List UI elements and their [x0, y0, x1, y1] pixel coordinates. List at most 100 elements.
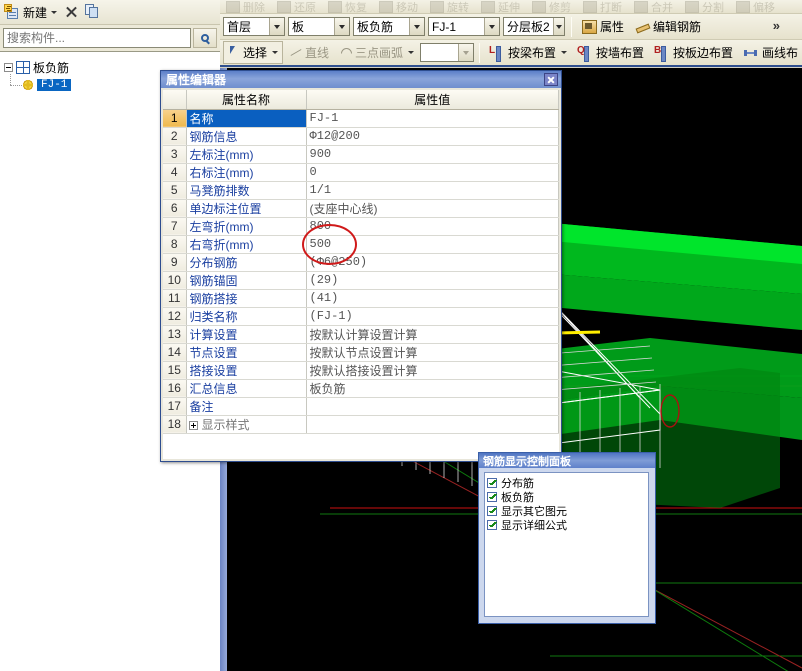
- property-value-cell[interactable]: Φ12@200: [306, 127, 559, 146]
- chevron-down-icon[interactable]: [408, 51, 415, 54]
- toolbar-icon: [277, 0, 291, 13]
- new-component-button[interactable]: 新建: [4, 4, 58, 21]
- rebar-option-row[interactable]: 显示其它图元: [487, 504, 646, 518]
- beam-icon: [489, 45, 505, 62]
- property-value-cell[interactable]: 500: [306, 235, 559, 254]
- property-value-cell[interactable]: [306, 397, 559, 416]
- property-row[interactable]: 9 分布钢筋 (Φ6@250): [163, 253, 559, 272]
- chevron-down-icon[interactable]: [552, 18, 564, 35]
- checkbox[interactable]: [487, 477, 497, 488]
- checkbox[interactable]: [487, 505, 497, 516]
- place-by-beam[interactable]: 按梁布置: [485, 42, 571, 63]
- component-selector[interactable]: FJ-1: [428, 17, 500, 36]
- property-row[interactable]: 2 钢筋信息 Φ12@200: [163, 127, 559, 146]
- slab-rebar-folder-icon: [16, 60, 30, 74]
- rebar-option-row[interactable]: 分布筋: [487, 476, 646, 490]
- property-row[interactable]: 1 名称 FJ-1: [163, 109, 559, 128]
- chevron-down-icon[interactable]: [484, 18, 499, 35]
- application-window: 新建 板负筋 FJ-1: [0, 0, 802, 671]
- row-index: 1: [163, 109, 187, 128]
- navigator-toolbar: 新建: [0, 0, 220, 25]
- property-name-cell: 钢筋搭接: [186, 289, 307, 308]
- chevron-down-icon: [51, 10, 58, 14]
- property-value-cell[interactable]: (41): [306, 289, 559, 308]
- copy-icon[interactable]: [85, 4, 101, 20]
- rebar-option-row[interactable]: 板负筋: [487, 490, 646, 504]
- row-index: 15: [163, 361, 187, 380]
- draw-mode-selector[interactable]: [420, 43, 474, 62]
- property-value-cell[interactable]: (FJ-1): [306, 307, 559, 326]
- search-input[interactable]: [3, 28, 191, 48]
- tree-expander-icon[interactable]: [4, 62, 13, 72]
- select-tool[interactable]: 选择: [223, 41, 284, 64]
- property-value-cell[interactable]: 板负筋: [306, 379, 559, 398]
- property-value-cell[interactable]: 1/1: [306, 181, 559, 200]
- place-by-slab-edge[interactable]: 按板边布置: [650, 42, 737, 63]
- row-index: 7: [163, 217, 187, 236]
- toolbar-item-label: 分割: [702, 1, 724, 14]
- property-value-cell[interactable]: FJ-1: [306, 109, 559, 128]
- property-value-cell[interactable]: 900: [306, 145, 559, 164]
- property-grid-container[interactable]: 属性名称 属性值 1 名称 FJ-1 2 钢筋信息 Φ12@200 3 左标注(mm) 900 4…: [163, 90, 559, 459]
- chevron-down-icon[interactable]: [269, 18, 284, 35]
- chevron-down-icon[interactable]: [272, 51, 279, 54]
- chevron-down-icon[interactable]: [457, 44, 473, 61]
- component-type-selector[interactable]: 板负筋: [353, 17, 425, 36]
- property-value-cell[interactable]: 0: [306, 163, 559, 182]
- dialog-title-bar[interactable]: 属性编辑器: [161, 71, 561, 88]
- chevron-down-icon[interactable]: [334, 18, 349, 35]
- property-row[interactable]: 7 左弯折(mm) 800: [163, 217, 559, 236]
- pencil-icon: [635, 20, 650, 33]
- property-name-cell: 左标注(mm): [186, 145, 307, 164]
- draw-line-place[interactable]: 画线布: [739, 42, 802, 63]
- chevron-down-icon[interactable]: [560, 51, 567, 54]
- line-icon: [289, 46, 302, 59]
- edit-rebar-button[interactable]: 编辑钢筋: [631, 16, 705, 37]
- property-value-cell[interactable]: 按默认搭接设置计算: [306, 361, 559, 380]
- layer-selector[interactable]: 分层板2: [503, 17, 565, 36]
- delete-x-icon[interactable]: [63, 4, 79, 20]
- property-name-cell: 显示样式: [186, 415, 307, 434]
- property-editor-dialog[interactable]: 属性编辑器 属性名称 属性值 1 名称 FJ-1 2 钢筋信息 Φ12@200 3 左标注(m…: [160, 70, 562, 462]
- row-expander-icon[interactable]: [188, 420, 198, 430]
- property-value-cell[interactable]: [306, 415, 559, 434]
- property-name-cell: 分布钢筋: [186, 253, 307, 272]
- property-row[interactable]: 3 左标注(mm) 900: [163, 145, 559, 164]
- property-row[interactable]: 18 显示样式: [163, 415, 559, 434]
- toolbar-icon: [328, 0, 342, 13]
- property-row[interactable]: 8 右弯折(mm) 500: [163, 235, 559, 254]
- property-row[interactable]: 13 计算设置 按默认计算设置计算: [163, 325, 559, 344]
- rebar-panel-title-bar[interactable]: 钢筋显示控制面板: [479, 453, 655, 468]
- row-index: 10: [163, 271, 187, 290]
- close-icon[interactable]: [544, 73, 558, 86]
- property-value-cell[interactable]: (支座中心线): [306, 199, 559, 218]
- property-row[interactable]: 6 单边标注位置 (支座中心线): [163, 199, 559, 218]
- property-row[interactable]: 5 马凳筋排数 1/1: [163, 181, 559, 200]
- property-row[interactable]: 16 汇总信息 板负筋: [163, 379, 559, 398]
- toolbar-overflow-button[interactable]: »: [773, 18, 780, 33]
- rebar-panel-title: 钢筋显示控制面板: [483, 455, 571, 468]
- property-value-cell[interactable]: 800: [306, 217, 559, 236]
- property-row[interactable]: 11 钢筋搭接 (41): [163, 289, 559, 308]
- property-row[interactable]: 17 备注: [163, 397, 559, 416]
- floor-selector[interactable]: 首层: [223, 17, 285, 36]
- property-value-cell[interactable]: 按默认计算设置计算: [306, 325, 559, 344]
- property-row[interactable]: 14 节点设置 按默认节点设置计算: [163, 343, 559, 362]
- place-by-wall[interactable]: 按墙布置: [573, 42, 648, 63]
- property-row[interactable]: 4 右标注(mm) 0: [163, 163, 559, 182]
- property-row[interactable]: 15 搭接设置 按默认搭接设置计算: [163, 361, 559, 380]
- checkbox[interactable]: [487, 519, 497, 530]
- property-value-cell[interactable]: 按默认节点设置计算: [306, 343, 559, 362]
- slab-edge-icon: [654, 45, 670, 62]
- property-value-cell[interactable]: (Φ6@250): [306, 253, 559, 272]
- property-button[interactable]: 属性: [578, 16, 628, 37]
- category-selector[interactable]: 板: [288, 17, 350, 36]
- chevron-down-icon[interactable]: [409, 18, 424, 35]
- property-row[interactable]: 10 钢筋锚固 (29): [163, 271, 559, 290]
- checkbox[interactable]: [487, 491, 497, 502]
- property-row[interactable]: 12 归类名称 (FJ-1): [163, 307, 559, 326]
- rebar-display-control-panel[interactable]: 钢筋显示控制面板 分布筋 板负筋 显示其它图元 显示详细公式: [478, 452, 656, 624]
- property-value-cell[interactable]: (29): [306, 271, 559, 290]
- search-button[interactable]: [193, 28, 217, 48]
- rebar-option-row[interactable]: 显示详细公式: [487, 518, 646, 532]
